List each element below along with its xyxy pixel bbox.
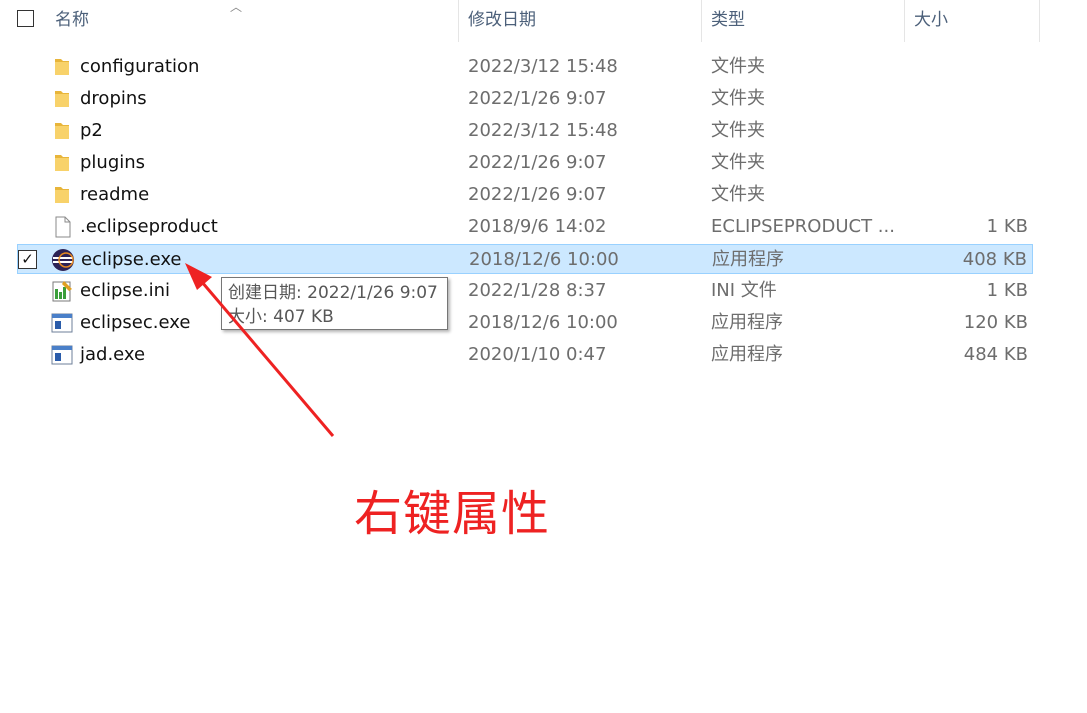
annotation-text: 右键属性 (354, 486, 551, 542)
red-arrow-annotation (185, 263, 335, 437)
